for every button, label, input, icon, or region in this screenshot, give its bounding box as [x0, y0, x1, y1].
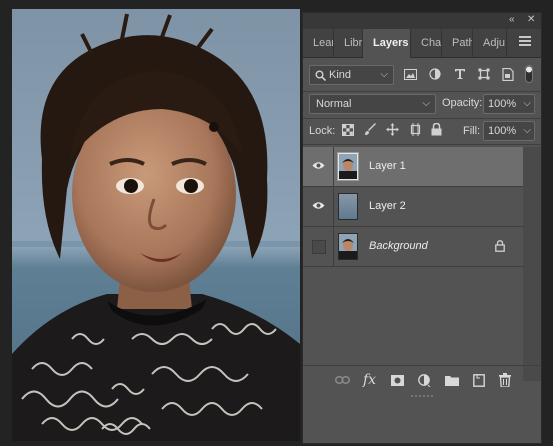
layer-name[interactable]: Layer 1	[369, 160, 406, 172]
visibility-toggle[interactable]	[303, 227, 334, 267]
layer-thumbnail[interactable]	[338, 233, 358, 260]
eye-icon[interactable]	[312, 161, 325, 170]
fill-value: 100%	[488, 125, 517, 137]
separator	[303, 118, 541, 119]
visibility-off-box[interactable]	[312, 240, 326, 254]
layer-row-background[interactable]: Background	[303, 227, 523, 267]
blend-mode-value: Normal	[316, 98, 352, 110]
adjustment-layer-icon[interactable]	[418, 374, 431, 387]
link-layers-icon[interactable]	[335, 376, 350, 384]
layer-list-scrollbar[interactable]	[523, 147, 541, 381]
blend-mode-select[interactable]: Normal ⌵	[309, 94, 436, 114]
layer-list: Layer 1 Layer 2 Background	[303, 147, 523, 359]
opacity-input[interactable]: 100% ⌵	[483, 94, 535, 114]
layer-row-layer-2[interactable]: Layer 2	[303, 187, 523, 227]
add-mask-icon[interactable]	[391, 375, 404, 386]
opacity-value: 100%	[488, 98, 517, 110]
blend-row: Normal ⌵ Opacity: 100% ⌵	[303, 93, 541, 115]
smart-object-filter-icon[interactable]	[502, 68, 514, 81]
pixel-filter-icon[interactable]	[404, 69, 417, 80]
opacity-label: Opacity:	[442, 97, 483, 109]
tab-learn[interactable]: Lear	[303, 29, 334, 57]
fill-label: Fill:	[463, 125, 481, 137]
lock-artboard-icon[interactable]	[409, 123, 422, 136]
layer-name[interactable]: Background	[369, 240, 428, 252]
document-canvas[interactable]	[12, 9, 300, 441]
shape-filter-icon[interactable]	[478, 68, 490, 80]
collapse-panel-icon[interactable]: «	[509, 14, 515, 25]
visibility-toggle[interactable]	[303, 147, 334, 187]
trash-icon[interactable]	[499, 373, 511, 387]
chevron-down-icon: ⌵	[380, 69, 388, 80]
separator	[303, 91, 541, 92]
layer-thumbnail[interactable]	[337, 152, 359, 181]
panel-titlebar: « ✕	[303, 13, 541, 29]
visibility-toggle[interactable]	[303, 187, 334, 227]
panel-tab-bar: Lear Libra Layers Char Path Adju	[303, 29, 541, 58]
lock-transparent-icon[interactable]	[342, 124, 354, 136]
tab-paths[interactable]: Path	[442, 29, 473, 57]
tab-character[interactable]: Char	[411, 29, 442, 57]
lock-label: Lock:	[309, 125, 336, 137]
tab-layers[interactable]: Layers	[363, 29, 411, 58]
hamburger-menu-icon[interactable]	[519, 36, 531, 48]
layers-panel: « ✕ Lear Libra Layers Char Path Adju Kin…	[302, 12, 542, 444]
lock-row: Lock: Fill: 100% ⌵	[303, 120, 541, 142]
eye-icon[interactable]	[312, 201, 325, 210]
filter-row: Kind ⌵	[303, 63, 541, 87]
filter-toggle-icon[interactable]	[525, 65, 533, 83]
layers-bottom-bar: fx	[303, 369, 541, 393]
filter-kind-label: Kind	[329, 69, 352, 81]
new-layer-icon[interactable]	[473, 374, 485, 387]
layer-thumbnail[interactable]	[338, 193, 358, 220]
close-panel-icon[interactable]: ✕	[527, 14, 535, 25]
separator	[303, 144, 541, 145]
layer-lock-icon[interactable]	[495, 240, 505, 252]
layer-name[interactable]: Layer 2	[369, 200, 406, 212]
group-folder-icon[interactable]	[445, 375, 459, 386]
lock-all-icon[interactable]	[431, 123, 442, 136]
fill-input[interactable]: 100% ⌵	[483, 121, 535, 141]
search-icon	[315, 70, 326, 81]
chevron-down-icon: ⌵	[422, 98, 430, 109]
lock-paint-icon[interactable]	[364, 123, 377, 136]
adjustment-filter-icon[interactable]	[429, 68, 441, 80]
separator	[303, 365, 541, 366]
fx-icon[interactable]: fx	[363, 372, 376, 388]
lock-position-icon[interactable]	[386, 123, 399, 136]
tab-libraries[interactable]: Libra	[334, 29, 363, 57]
resize-grip-icon[interactable]	[411, 395, 433, 399]
tab-adjustments[interactable]: Adju	[473, 29, 507, 57]
chevron-down-icon[interactable]: ⌵	[523, 125, 531, 136]
layer-row-layer-1[interactable]: Layer 1	[303, 147, 523, 187]
filter-kind-select[interactable]: Kind ⌵	[309, 65, 394, 85]
chevron-down-icon[interactable]: ⌵	[523, 98, 531, 109]
type-filter-icon[interactable]	[454, 68, 466, 80]
portrait-photo	[12, 9, 300, 441]
